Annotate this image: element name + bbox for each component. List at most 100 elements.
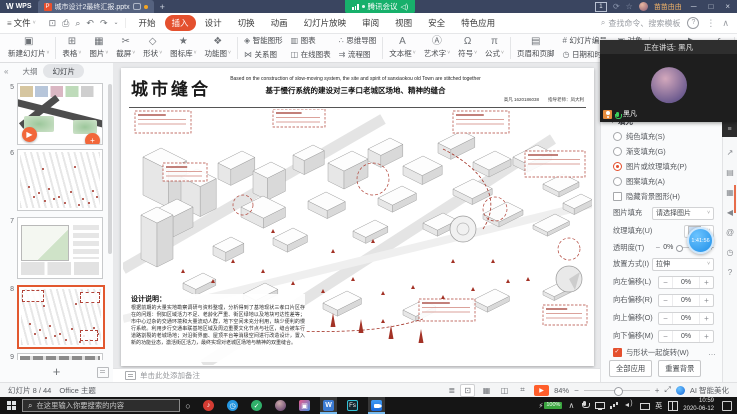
slideshow-play-button[interactable]: ▶ [534,385,549,396]
mention-panel-icon[interactable]: @ [726,228,734,237]
ribbon-table-button[interactable]: ⊞表格˅ [58,34,85,61]
ribbon-screenshot-button[interactable]: ✂截屏˅ [112,34,139,61]
fit-slide-icon[interactable]: ⤢ [664,385,670,395]
panel-layout-icon[interactable] [97,367,109,378]
fill-option-radio[interactable]: 纯色填充(S) [601,129,722,144]
account-name[interactable]: 苗苗由由 [654,2,682,12]
zoom-out-icon[interactable]: − [574,386,579,395]
ribbon-relation-diagram-button[interactable]: ⋈关系图 [244,49,283,60]
hide-background-option[interactable]: 隐藏背景图形(H) [601,189,722,204]
document-tab[interactable]: P 城市设计2最终汇报.pptx [38,0,154,13]
apply-all-button[interactable]: 全部应用 [609,360,652,377]
audio-panel-icon[interactable]: ◀ [727,208,733,217]
touch-keyboard-icon[interactable] [640,401,649,410]
ribbon-header-footer-button[interactable]: ▤页眉和页脚 [513,34,559,61]
design-description[interactable]: 设计说明： 根据前期的大量实地勘察调研与资料整理，分析得到了基地现状三孝口片区存… [131,294,305,362]
kebab-menu-icon[interactable]: ⋮ [706,18,715,29]
stepper-minus-button[interactable]: − [659,295,672,306]
reading-view-button[interactable]: ◫ [498,385,511,396]
slide-thumbnail-6[interactable] [17,149,103,211]
stepper-plus-button[interactable]: + [700,313,713,324]
ribbon-new-slide-button[interactable]: ▣新建幻灯片˅ [4,34,53,61]
star-icon[interactable]: ☆ [626,2,633,11]
ribbon-icon-library-button[interactable]: ★图标库˅ [166,34,200,61]
stepper-minus-button[interactable]: − [659,313,672,324]
file-menu[interactable]: ≡文件˅ [0,17,43,29]
taskbar-search-box[interactable]: ⌕ 在这里输入你要搜索的内容 [22,399,180,412]
ribbon-chart-button[interactable]: ▥图表 [291,35,331,46]
green-chat-app-icon[interactable]: ✓ [248,397,265,414]
clock-app-icon[interactable]: ◷ [224,397,241,414]
menu-tab-视图[interactable]: 视图 [388,15,419,31]
ribbon-flowchart-button[interactable]: ⇉流程图 [339,49,377,60]
tab-slides[interactable]: 幻灯片 [43,64,84,78]
transparency-minus-button[interactable]: − [656,243,661,252]
play-from-slide-button[interactable]: ▶ [22,127,37,142]
meeting-taskbar-icon[interactable] [368,397,385,414]
network-tray-icon[interactable] [610,401,619,410]
zoom-slider-handle[interactable] [614,387,623,396]
contacts-app-icon[interactable] [272,397,289,414]
menu-tab-插入[interactable]: 插入 [165,15,196,31]
command-search[interactable]: ⌕查找命令、搜索模板 [601,18,680,29]
sync-icon[interactable]: ⟳ [613,2,620,11]
stepper-plus-button[interactable]: + [700,277,713,288]
menu-tab-动画[interactable]: 动画 [264,15,295,31]
ribbon-textbox-button[interactable]: A文本框˅ [385,34,419,61]
stepper-plus-button[interactable]: + [700,295,713,306]
theme-name[interactable]: Office 主题 [59,385,96,396]
minimize-button[interactable]: ─ [688,2,700,11]
microphone-tray-icon[interactable] [580,401,589,410]
placement-select[interactable]: 拉伸˅ [652,258,714,271]
clipboard-panel-icon[interactable]: ▤ [726,168,734,177]
offset-stepper[interactable]: −0%+ [658,312,714,325]
slide-8-canvas[interactable]: 城市缝合 Based on the construction of slow-m… [121,68,594,366]
ime-grid-icon[interactable] [668,401,677,410]
reset-background-button[interactable]: 重置背景 [658,360,701,377]
meeting-floating-bar[interactable]: 腾讯会议 ◁) [345,0,415,13]
ribbon-wordart-button[interactable]: Ⓐ艺术字˅ [420,34,454,61]
ribbon-mindmap-button[interactable]: ∴思维导图 [339,35,377,46]
slider-handle[interactable] [676,245,683,252]
slide-credit[interactable]: 高凡 1620186038 指导老师：凤大利 [504,97,584,103]
cortana-button[interactable]: ○ [180,401,196,411]
rotate-with-shape-option[interactable]: 与形状一起旋转(W) … [601,345,722,360]
print-icon[interactable]: ⎙ [62,18,69,28]
presenter-view-button[interactable]: ⌗ [516,385,529,396]
taskbar-clock[interactable]: 10:592020-06-12 [683,398,714,412]
menu-tab-特色应用[interactable]: 特色应用 [454,15,502,31]
menu-tab-幻灯片放映[interactable]: 幻灯片放映 [297,15,354,31]
fill-option-radio[interactable]: 图案填充(A) [601,174,722,189]
menu-tab-开始[interactable]: 开始 [132,15,163,31]
more-actions-icon[interactable]: ⌄ [114,18,119,28]
meeting-video-window[interactable]: 正在讲话: 黑凡 黑凡 [600,40,737,122]
slide-thumbnail-9[interactable] [17,353,103,360]
stepper-minus-button[interactable]: − [659,331,672,342]
help-icon[interactable]: ? [687,17,699,29]
picture-fill-select[interactable]: 请选择图片˅ [652,207,714,220]
fill-option-selected[interactable]: 图片或纹理填充(P) [601,159,722,174]
collapse-panel-button[interactable]: « [4,67,8,76]
help-panel-icon[interactable]: ? [728,268,732,277]
stepper-plus-button[interactable]: + [700,331,713,342]
menu-tab-安全[interactable]: 安全 [421,15,452,31]
save-icon[interactable]: ⊡ [49,18,57,28]
stepper-minus-button[interactable]: − [659,277,672,288]
ai-beautify-icon[interactable] [676,386,685,395]
fill-option-radio[interactable]: 渐变填充(G) [601,144,722,159]
ribbon-shapes-button[interactable]: ◇形状˅ [139,34,166,61]
offset-stepper[interactable]: −0%+ [658,276,714,289]
zoom-level[interactable]: 84% [554,386,569,395]
fs-app-icon[interactable]: Fs [344,397,361,414]
tab-outline[interactable]: 大纲 [22,66,37,77]
battery-indicator[interactable]: ⚡100% [538,402,562,410]
close-button[interactable]: × [722,2,733,11]
slide-subtitle-en[interactable]: Based on the construction of slow-moving… [225,76,486,83]
slide-sorter-view-button[interactable]: ▦ [480,385,493,396]
slide-thumbnail-7[interactable] [17,217,103,279]
notes-toggle-icon[interactable]: ≣ [448,386,455,395]
history-panel-icon[interactable]: ◷ [727,248,734,257]
volume-tray-icon[interactable] [625,401,634,410]
ribbon-function-diagram-button[interactable]: ❖功能图˅ [201,34,235,61]
notes-bar[interactable]: 单击此处添加备注 [113,368,600,382]
